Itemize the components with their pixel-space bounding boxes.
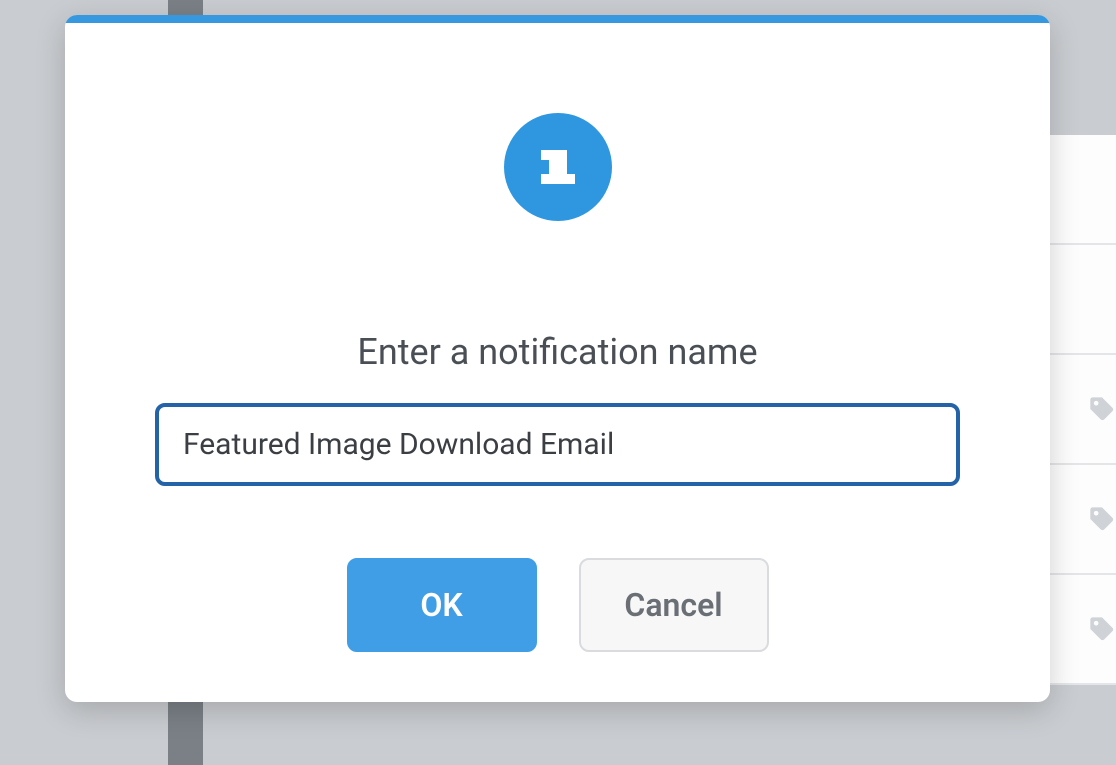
dialog-body: Enter a notification name OK Cancel <box>65 23 1050 652</box>
notification-name-input[interactable] <box>155 403 960 486</box>
info-icon <box>504 113 612 221</box>
tag-icon <box>1088 395 1116 423</box>
cancel-button[interactable]: Cancel <box>579 558 769 652</box>
tag-icon <box>1088 615 1116 643</box>
dialog-top-accent <box>65 15 1050 23</box>
tag-icon <box>1088 505 1116 533</box>
notification-name-dialog: Enter a notification name OK Cancel <box>65 15 1050 702</box>
dialog-button-row: OK Cancel <box>347 558 769 652</box>
dialog-prompt: Enter a notification name <box>357 331 757 373</box>
info-glyph <box>549 150 567 184</box>
ok-button[interactable]: OK <box>347 558 537 652</box>
